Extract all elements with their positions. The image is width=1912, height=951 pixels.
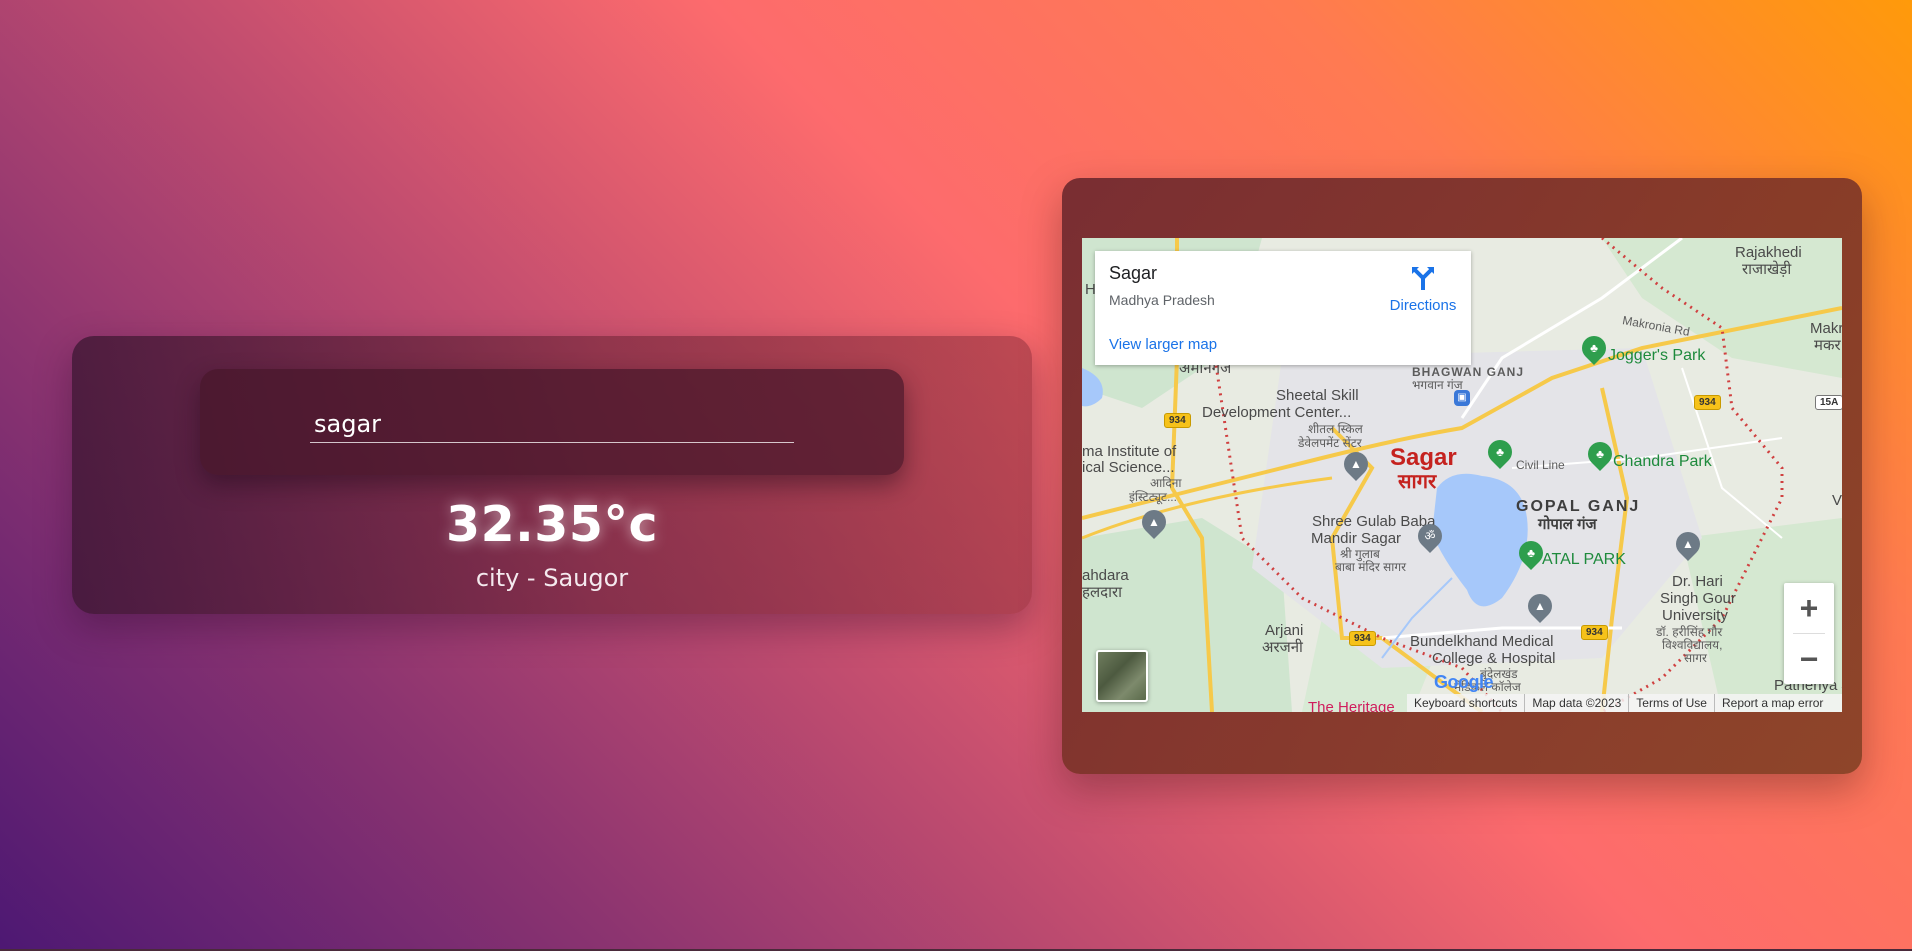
map-label-sheetal-skill: Sheetal Skill	[1276, 387, 1359, 404]
map-label-sheetal-hi-2: डेवेलपमेंट सेंटर	[1298, 436, 1362, 450]
map-label-dr-hari-1: Dr. Hari	[1672, 573, 1723, 590]
map-label-chandra-park: Chandra Park	[1613, 453, 1712, 470]
tree-icon: ♣	[1527, 546, 1535, 560]
directions-label: Directions	[1389, 297, 1457, 314]
map-footer: Keyboard shortcuts Map data ©2023 Terms of…	[1407, 694, 1842, 712]
graduation-cap-icon: ▲	[1682, 537, 1694, 551]
place-region: Madhya Pradesh	[1109, 292, 1215, 308]
route-934-shield: 934	[1349, 631, 1376, 646]
om-icon: ॐ	[1424, 529, 1436, 543]
google-logo: Google	[1434, 672, 1494, 692]
train-station-icon[interactable]: ▣	[1454, 390, 1470, 406]
map-label-development-center: Development Center...	[1202, 404, 1352, 421]
map-label-gopal-ganj: GOPAL GANJ	[1516, 498, 1641, 515]
map-label-dr-hari-hi-3: सागर	[1684, 651, 1707, 665]
map-label-institute-hi-2: इंस्टिट्यूट...	[1129, 490, 1177, 504]
map-label-rajakhedi: Rajakhedi	[1735, 244, 1802, 261]
map-label-joggers-park: Jogger's Park	[1608, 347, 1706, 364]
map-label-sheetal-hi-1: शीतल स्किल	[1308, 422, 1363, 436]
map-label-mandir-sagar: Mandir Sagar	[1311, 530, 1402, 547]
map-label-ahdara-hi: हलदारा	[1082, 584, 1123, 601]
keyboard-shortcuts-link[interactable]: Keyboard shortcuts	[1407, 694, 1526, 712]
satellite-layer-toggle[interactable]	[1096, 650, 1148, 702]
map-label-edge-v: V	[1832, 492, 1842, 509]
map-label-arjani: Arjani	[1265, 622, 1304, 639]
graduation-cap-icon: ▲	[1534, 599, 1546, 613]
map-label-makr: Makr	[1810, 320, 1842, 337]
directions-icon	[1412, 267, 1434, 290]
zoom-control: + −	[1784, 583, 1834, 684]
map-label-gulab-hi-2: बाबा मंदिर सागर	[1335, 560, 1407, 574]
map-label-atal-park: ATAL PARK	[1542, 551, 1626, 568]
place-info-window: Sagar Madhya Pradesh Directions View lar…	[1095, 251, 1471, 365]
map-label-arjani-hi: अरजनी	[1262, 639, 1303, 656]
map-label-shree-gulab-baba: Shree Gulab Baba	[1312, 513, 1436, 530]
place-name: Sagar	[1109, 263, 1158, 283]
map-label-dr-hari-3: University	[1662, 607, 1728, 624]
embedded-map[interactable]: अमानगंज Sheetal Skill Development Center…	[1082, 238, 1842, 712]
map-label-rajakhedi-hi: राजाखेड़ी	[1742, 261, 1792, 278]
directions-button[interactable]: Directions	[1381, 265, 1465, 314]
weather-card: 32.35°c city - Saugor	[72, 336, 1032, 614]
map-label-makr-hi: मकर	[1814, 337, 1841, 354]
map-label-gopal-ganj-hi: गोपाल गंज	[1538, 516, 1597, 533]
search-box	[200, 369, 904, 475]
map-label-dr-hari-2: Singh Gour	[1660, 590, 1736, 607]
map-label-heritage: The Heritage	[1308, 699, 1395, 713]
route-15a-shield: 15A	[1815, 395, 1842, 410]
map-label-institute-2: ical Science...	[1082, 459, 1175, 476]
map-label-sagar-hi: सागर	[1398, 471, 1437, 493]
city-name: city - Saugor	[475, 564, 629, 592]
temperature-value: 32.35°c	[445, 496, 659, 553]
graduation-cap-icon: ▲	[1350, 457, 1362, 471]
tree-icon: ♣	[1496, 445, 1504, 459]
route-934-shield: 934	[1164, 413, 1191, 428]
map-label-ahdara: ahdara	[1082, 567, 1129, 584]
map-label-bundelkhand-2: College & Hospital	[1432, 650, 1556, 667]
map-data-attribution: Map data ©2023	[1525, 694, 1630, 712]
zoom-in-button[interactable]: +	[1784, 583, 1834, 633]
map-label-sagar: Sagar	[1390, 444, 1457, 471]
tree-icon: ♣	[1590, 341, 1598, 355]
map-label-institute-hi-1: आदिना	[1150, 476, 1182, 490]
tree-icon: ♣	[1596, 447, 1604, 461]
map-label-institute-1: ma Institute of	[1082, 443, 1177, 460]
map-card: अमानगंज Sheetal Skill Development Center…	[1062, 178, 1862, 774]
route-934-shield: 934	[1581, 625, 1608, 640]
city-search-input[interactable]	[310, 405, 794, 443]
zoom-out-button[interactable]: −	[1784, 634, 1834, 684]
view-larger-map-link[interactable]: View larger map	[1109, 336, 1217, 353]
terms-of-use-link[interactable]: Terms of Use	[1629, 694, 1715, 712]
report-map-error-link[interactable]: Report a map error	[1715, 694, 1830, 712]
graduation-cap-icon: ▲	[1148, 515, 1160, 529]
map-label-civil-line: Civil Line	[1516, 458, 1565, 472]
map-label-bundelkhand-1: Bundelkhand Medical	[1410, 633, 1554, 650]
route-934-shield: 934	[1694, 395, 1721, 410]
